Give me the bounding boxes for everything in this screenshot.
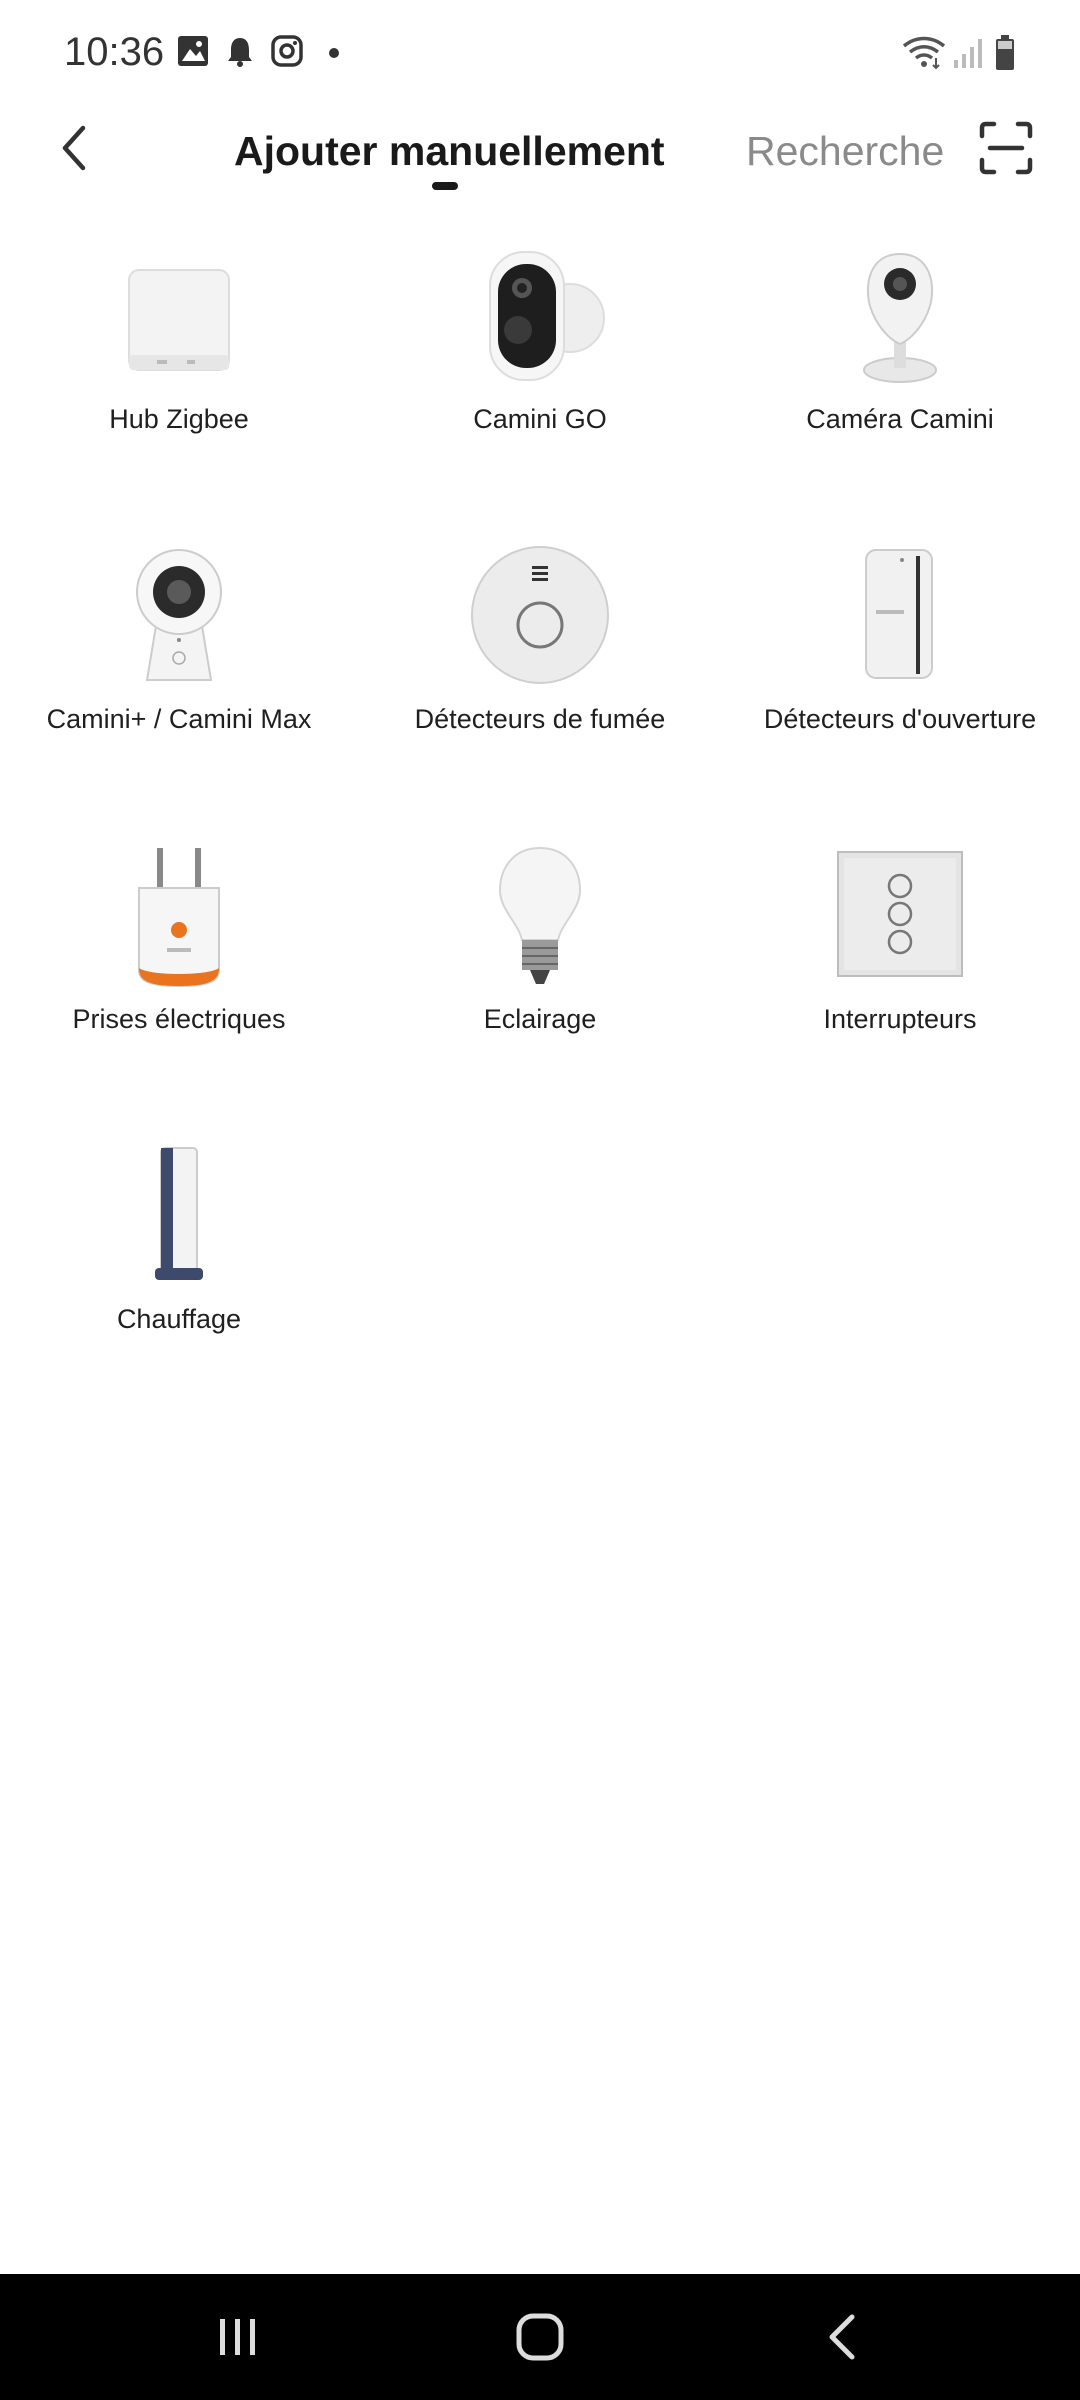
status-time: 10:36	[64, 30, 165, 74]
device-light-bulb[interactable]: Eclairage	[380, 840, 700, 1036]
gallery-icon	[176, 34, 210, 73]
bell-icon	[226, 34, 254, 73]
device-label: Eclairage	[483, 1004, 597, 1034]
device-smoke-detector[interactable]: Détecteurs de fumée	[380, 540, 700, 736]
navigation-bar	[0, 2274, 1080, 2400]
device-wall-switch[interactable]: Interrupteurs	[740, 840, 1060, 1036]
device-smart-plug[interactable]: Prises électriques	[19, 840, 339, 1036]
tab-search[interactable]: Recherche	[746, 128, 944, 175]
status-bar: 10:36	[0, 0, 1080, 100]
scan-icon	[978, 121, 1034, 180]
camini-plus-image	[99, 540, 259, 690]
wifi-icon	[902, 34, 946, 75]
hub-zigbee-image	[99, 240, 259, 390]
camini-go-image	[460, 240, 620, 390]
device-heater[interactable]: Chauffage	[19, 1140, 339, 1336]
back-button[interactable]	[46, 118, 102, 182]
device-label: Interrupteurs	[823, 1004, 977, 1034]
smart-plug-image	[99, 840, 259, 990]
smoke-detector-image	[460, 540, 620, 690]
device-label: Chauffage	[116, 1304, 242, 1334]
home-icon	[514, 2311, 566, 2368]
camera-camini-image	[820, 240, 980, 390]
device-camini-plus[interactable]: Camini+ / Camini Max	[19, 540, 339, 736]
home-button[interactable]	[500, 2309, 580, 2369]
chevron-left-icon	[59, 124, 89, 177]
wall-switch-image	[820, 840, 980, 990]
device-label: Caméra Camini	[806, 404, 994, 434]
heater-image	[99, 1140, 259, 1290]
instagram-icon	[270, 34, 304, 73]
light-bulb-image	[460, 840, 620, 990]
device-door-sensor[interactable]: Détecteurs d'ouverture	[740, 540, 1060, 736]
device-camera-camini[interactable]: Caméra Camini	[740, 240, 1060, 436]
battery-icon	[994, 34, 1016, 77]
device-hub-zigbee[interactable]: Hub Zigbee	[19, 240, 339, 436]
recent-apps-icon	[214, 2313, 262, 2366]
device-label: Camini GO	[473, 404, 607, 434]
signal-icon	[952, 34, 986, 75]
device-label: Détecteurs d'ouverture	[763, 704, 1037, 734]
scan-button[interactable]	[978, 120, 1034, 176]
dot-icon	[328, 46, 340, 64]
back-icon	[822, 2311, 862, 2368]
tab-indicator	[432, 182, 458, 190]
device-camini-go[interactable]: Camini GO	[380, 240, 700, 436]
recent-apps-button[interactable]	[198, 2309, 278, 2369]
device-label: Détecteurs de fumée	[414, 704, 666, 734]
door-sensor-image	[820, 540, 980, 690]
tab-add-manually[interactable]: Ajouter manuellement	[234, 128, 665, 175]
device-label: Hub Zigbee	[109, 404, 249, 434]
device-label: Prises électriques	[72, 1004, 286, 1034]
header: Ajouter manuellement Recherche	[0, 100, 1080, 210]
back-nav-button[interactable]	[802, 2309, 882, 2369]
device-label: Camini+ / Camini Max	[46, 704, 312, 734]
